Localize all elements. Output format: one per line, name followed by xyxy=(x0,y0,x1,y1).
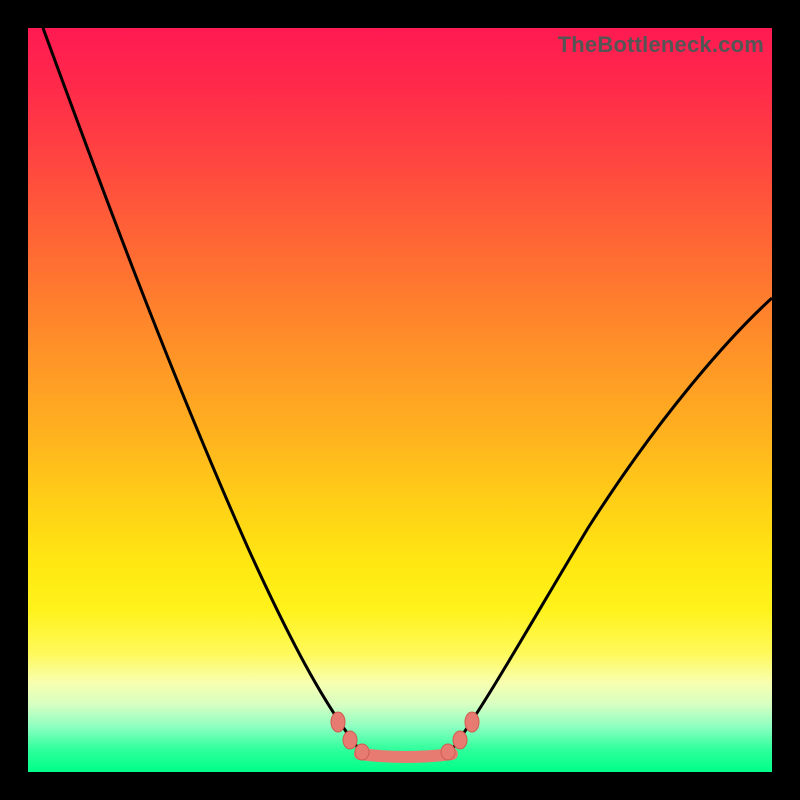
marker-dot xyxy=(465,712,479,732)
curve-svg xyxy=(28,28,772,772)
marker-dot xyxy=(355,744,369,760)
marker-dot xyxy=(331,712,345,732)
plot-area: TheBottleneck.com xyxy=(28,28,772,772)
curve-right xyxy=(453,298,772,748)
flat-bottom-segment xyxy=(360,754,452,757)
marker-dot xyxy=(343,731,357,749)
marker-dot xyxy=(441,744,455,760)
chart-frame: TheBottleneck.com xyxy=(0,0,800,800)
marker-dot xyxy=(453,731,467,749)
curve-left xyxy=(43,28,358,748)
